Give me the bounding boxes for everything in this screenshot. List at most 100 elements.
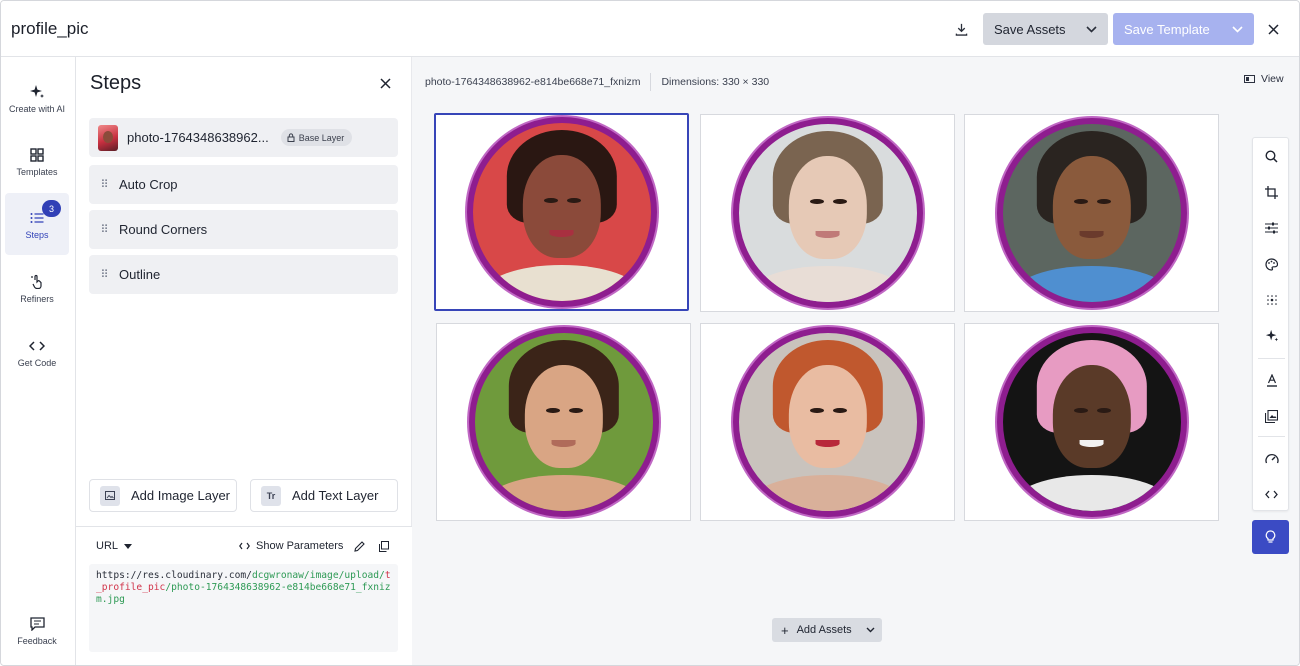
layers-icon	[1265, 409, 1278, 423]
code-icon	[239, 542, 250, 550]
download-icon	[955, 23, 967, 36]
add-assets-button[interactable]: + Add Assets	[772, 618, 882, 642]
asset-card[interactable]	[964, 323, 1219, 521]
performance-tool[interactable]	[1253, 440, 1290, 476]
add-assets-dropdown[interactable]	[858, 627, 882, 633]
app-window: profile_pic Save Assets Save Template Cr…	[0, 0, 1300, 666]
save-template-label: Save Template	[1124, 21, 1210, 37]
url-section: URL Show Parameters https://res.cloudina…	[76, 526, 412, 665]
asset-thumbnail	[466, 117, 657, 307]
view-icon	[1244, 75, 1255, 83]
nav-create-with-ai[interactable]: Create with AI	[5, 67, 69, 129]
nav-refiners[interactable]: Refiners	[5, 257, 69, 319]
base-layer-thumbnail	[98, 124, 118, 151]
search-icon	[1265, 149, 1278, 163]
plus-icon: +	[781, 622, 789, 638]
color-tool[interactable]	[1253, 246, 1290, 282]
text-tool[interactable]	[1253, 362, 1290, 398]
nav-label: Refiners	[20, 293, 54, 304]
preview-area: photo-1764348638962-e814be668e71_fxnizm …	[412, 57, 1299, 665]
pointer-icon	[30, 273, 44, 291]
image-icon	[100, 485, 120, 506]
code-icon	[29, 337, 45, 355]
close-steps-button[interactable]	[376, 74, 394, 92]
asset-thumbnail	[732, 327, 923, 517]
nav-feedback[interactable]: Feedback	[5, 599, 69, 661]
ai-tool[interactable]	[1253, 318, 1290, 354]
step-item[interactable]: ⠿ Outline	[89, 255, 398, 294]
url-mode-dropdown[interactable]: URL	[96, 540, 133, 552]
show-parameters-button[interactable]: Show Parameters	[239, 540, 343, 552]
step-item[interactable]: ⠿ Round Corners	[89, 210, 398, 249]
left-nav: Create with AI Templates 3 Steps Refiner…	[1, 57, 76, 665]
asset-card[interactable]	[700, 114, 955, 312]
toolbar-divider	[1258, 358, 1285, 359]
crop-tool[interactable]	[1253, 174, 1290, 210]
drag-handle-icon[interactable]: ⠿	[89, 223, 119, 236]
gauge-icon	[1264, 453, 1279, 463]
add-image-layer-label: Add Image Layer	[131, 488, 231, 503]
sliders-icon	[1265, 222, 1278, 234]
sparkle-icon	[1265, 329, 1278, 342]
asset-dimensions: Dimensions: 330 × 330	[661, 76, 770, 88]
drag-handle-icon[interactable]: ⠿	[89, 178, 119, 191]
nav-label: Get Code	[17, 357, 57, 368]
asset-thumbnail	[468, 327, 659, 517]
close-button[interactable]	[1263, 19, 1283, 39]
step-label: Auto Crop	[119, 177, 178, 192]
view-button[interactable]: View	[1244, 73, 1284, 85]
asset-thumbnail	[732, 118, 923, 308]
view-label: View	[1261, 73, 1284, 85]
asset-filename: photo-1764348638962-e814be668e71_fxnizm	[425, 76, 641, 88]
url-mode-label: URL	[96, 540, 119, 552]
feedback-icon	[29, 615, 45, 633]
page-title: profile_pic	[11, 19, 89, 38]
add-text-layer-label: Add Text Layer	[292, 488, 379, 503]
effects-tool[interactable]	[1253, 282, 1290, 318]
steps-count-badge: 3	[42, 200, 61, 217]
layers-tool[interactable]	[1253, 398, 1290, 434]
nav-get-code[interactable]: Get Code	[5, 321, 69, 383]
close-icon	[1267, 23, 1279, 35]
asset-card[interactable]	[434, 113, 689, 311]
nav-templates[interactable]: Templates	[5, 130, 69, 192]
save-assets-dropdown[interactable]	[1074, 13, 1108, 45]
save-assets-button[interactable]: Save Assets	[983, 13, 1108, 45]
grid-icon	[30, 146, 44, 164]
step-item[interactable]: ⠿ Auto Crop	[89, 165, 398, 204]
save-template-dropdown[interactable]	[1220, 13, 1254, 45]
caret-down-icon	[124, 543, 133, 549]
pencil-icon	[354, 541, 365, 552]
add-assets-label: Add Assets	[796, 624, 852, 636]
edit-url-button[interactable]	[354, 539, 365, 557]
drag-handle-icon[interactable]: ⠿	[89, 268, 119, 281]
palette-icon	[1265, 257, 1278, 271]
asset-card[interactable]	[700, 323, 955, 521]
asset-thumbnail	[996, 118, 1187, 308]
chevron-down-icon	[1085, 25, 1097, 33]
nav-steps[interactable]: 3 Steps	[5, 193, 69, 255]
zoom-tool[interactable]	[1253, 138, 1290, 174]
tips-button[interactable]	[1252, 520, 1289, 554]
asset-card[interactable]	[436, 323, 691, 521]
code-icon	[1265, 490, 1278, 498]
text-color-icon	[1266, 373, 1277, 387]
save-assets-label: Save Assets	[994, 21, 1066, 37]
nav-label: Create with AI	[8, 103, 66, 114]
chevron-down-icon	[866, 627, 874, 633]
add-image-layer-button[interactable]: Add Image Layer	[89, 479, 237, 512]
toolbar-divider	[1258, 436, 1285, 437]
nav-label: Feedback	[17, 635, 57, 646]
lock-icon	[287, 133, 295, 142]
url-code-block[interactable]: https://res.cloudinary.com/dcgwronaw/ima…	[89, 564, 398, 652]
nav-label: Templates	[16, 166, 58, 177]
steps-title: Steps	[90, 72, 142, 94]
adjust-tool[interactable]	[1253, 210, 1290, 246]
save-template-button[interactable]: Save Template	[1113, 13, 1254, 45]
asset-card[interactable]	[964, 114, 1219, 312]
base-layer-step[interactable]: photo-1764348638962... Base Layer	[89, 118, 398, 157]
add-text-layer-button[interactable]: Tr Add Text Layer	[250, 479, 398, 512]
download-button[interactable]	[949, 17, 973, 41]
copy-url-button[interactable]	[379, 539, 389, 557]
code-tool[interactable]	[1253, 476, 1290, 512]
